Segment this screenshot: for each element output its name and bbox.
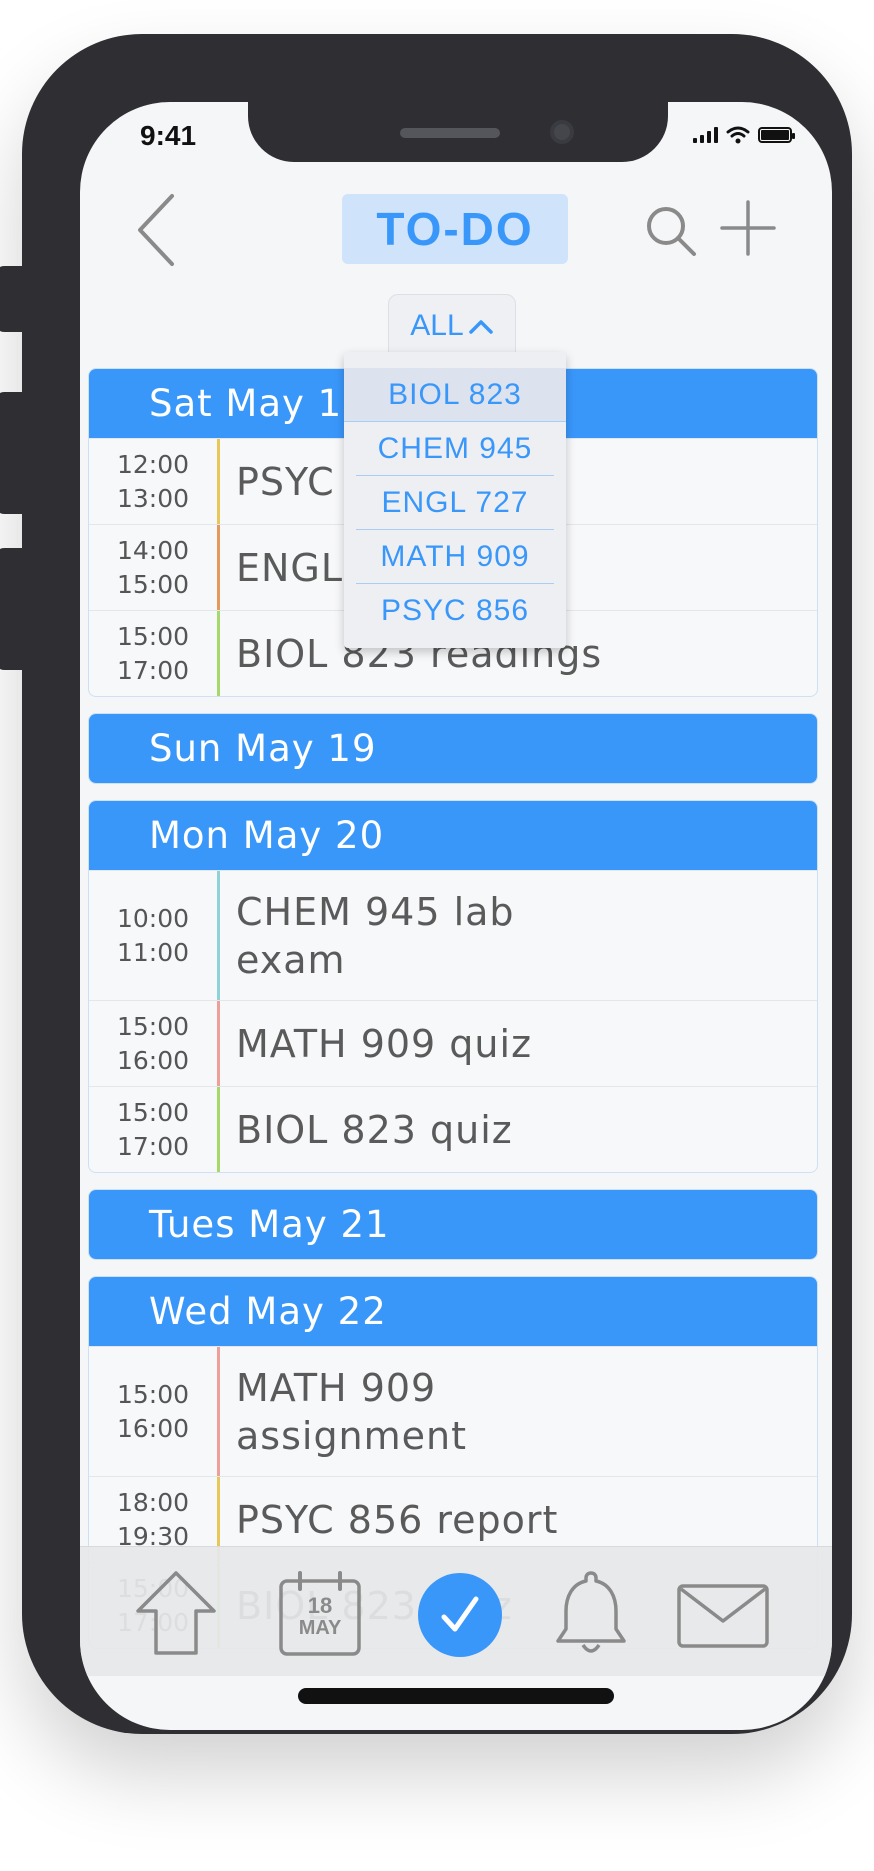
task-end-time: 16:00 (116, 1413, 190, 1443)
battery-icon (758, 127, 795, 143)
day-group: Tues May 21 (88, 1189, 818, 1260)
home-icon[interactable] (134, 1569, 218, 1657)
volume-down-button (0, 548, 22, 670)
task-times: 14:00 15:00 (89, 525, 217, 610)
day-group: Mon May 20 10:00 11:00 CHEM 945 lab exam 15:… (88, 800, 818, 1173)
task-start-time: 15:00 (116, 1097, 190, 1127)
mute-switch (0, 266, 22, 332)
filter-option[interactable]: MATH 909 (356, 530, 554, 584)
task-times: 15:00 17:00 (89, 1087, 217, 1172)
day-header: Mon May 20 (89, 801, 817, 870)
calendar-day: 18 (307, 1593, 333, 1618)
task-times: 10:00 11:00 (89, 871, 217, 1000)
status-time: 9:41 (140, 120, 197, 151)
filter-dropdown: BIOL 823 CHEM 945 ENGL 727 MATH 909 PSYC 856 (344, 352, 566, 648)
front-camera (550, 120, 574, 144)
filter-option[interactable]: BIOL 823 (344, 368, 566, 422)
task-times: 15:00 17:00 (89, 611, 217, 696)
page-title: TO-DO (342, 194, 568, 264)
day-header: Sun May 19 (89, 714, 817, 783)
home-indicator (298, 1688, 614, 1704)
add-icon[interactable] (720, 200, 776, 256)
task-row[interactable]: 15:00 17:00 BIOL 823 quiz (89, 1086, 817, 1172)
search-icon[interactable] (642, 202, 702, 262)
volume-up-button (0, 392, 22, 514)
task-end-time: 11:00 (116, 937, 190, 967)
task-end-time: 16:00 (116, 1045, 190, 1075)
task-row[interactable]: 15:00 16:00 MATH 909 quiz (89, 1000, 817, 1086)
task-end-time: 13:00 (116, 483, 190, 513)
notch (248, 102, 668, 162)
filter-option[interactable]: PSYC 856 (356, 584, 554, 638)
speaker (400, 128, 500, 138)
filter-option[interactable]: ENGL 727 (356, 476, 554, 530)
wifi-icon (726, 126, 750, 144)
calendar-tab[interactable]: 18 MAY (278, 1571, 362, 1657)
task-start-time: 10:00 (116, 903, 190, 933)
task-title: BIOL 823 quiz (236, 1107, 513, 1152)
day-header: Tues May 21 (89, 1190, 817, 1259)
status-icons (693, 126, 795, 144)
back-arrow-icon[interactable] (132, 190, 192, 270)
day-group: Sun May 19 (88, 713, 818, 784)
day-header: Wed May 22 (89, 1277, 817, 1346)
chevron-up-icon (468, 319, 493, 334)
bell-icon[interactable] (554, 1569, 628, 1659)
task-end-time: 17:00 (116, 1131, 190, 1161)
task-start-time: 15:00 (116, 1379, 190, 1409)
mail-icon[interactable] (676, 1583, 770, 1649)
calendar-month: MAY (298, 1617, 342, 1639)
task-start-time: 12:00 (116, 449, 190, 479)
checkmark-icon[interactable] (418, 1573, 502, 1657)
screen: 9:41 TO-DO ALL Sat May 18 12:00 13:00 PS… (80, 102, 832, 1730)
signal-icon (693, 127, 718, 143)
task-row[interactable]: 15:00 16:00 MATH 909 assignment (89, 1346, 817, 1476)
task-start-time: 18:00 (116, 1487, 190, 1517)
phone-frame: 9:41 TO-DO ALL Sat May 18 12:00 13:00 PS… (0, 34, 852, 1734)
task-end-time: 17:00 (116, 655, 190, 685)
task-start-time: 15:00 (116, 1011, 190, 1041)
task-times: 12:00 13:00 (89, 439, 217, 524)
filter-toggle[interactable]: ALL (388, 294, 516, 356)
task-start-time: 14:00 (116, 535, 190, 565)
filter-label: ALL (410, 308, 464, 342)
task-start-time: 15:00 (116, 621, 190, 651)
task-row[interactable]: 10:00 11:00 CHEM 945 lab exam (89, 870, 817, 1000)
filter-option[interactable]: CHEM 945 (356, 422, 554, 476)
task-title: MATH 909 assignment (236, 1365, 468, 1458)
task-times: 15:00 16:00 (89, 1001, 217, 1086)
task-title: MATH 909 quiz (236, 1021, 533, 1066)
task-times: 15:00 16:00 (89, 1347, 217, 1476)
tab-bar: 18 MAY (80, 1546, 832, 1676)
task-title: CHEM 945 lab exam (236, 889, 515, 982)
task-end-time: 15:00 (116, 569, 190, 599)
